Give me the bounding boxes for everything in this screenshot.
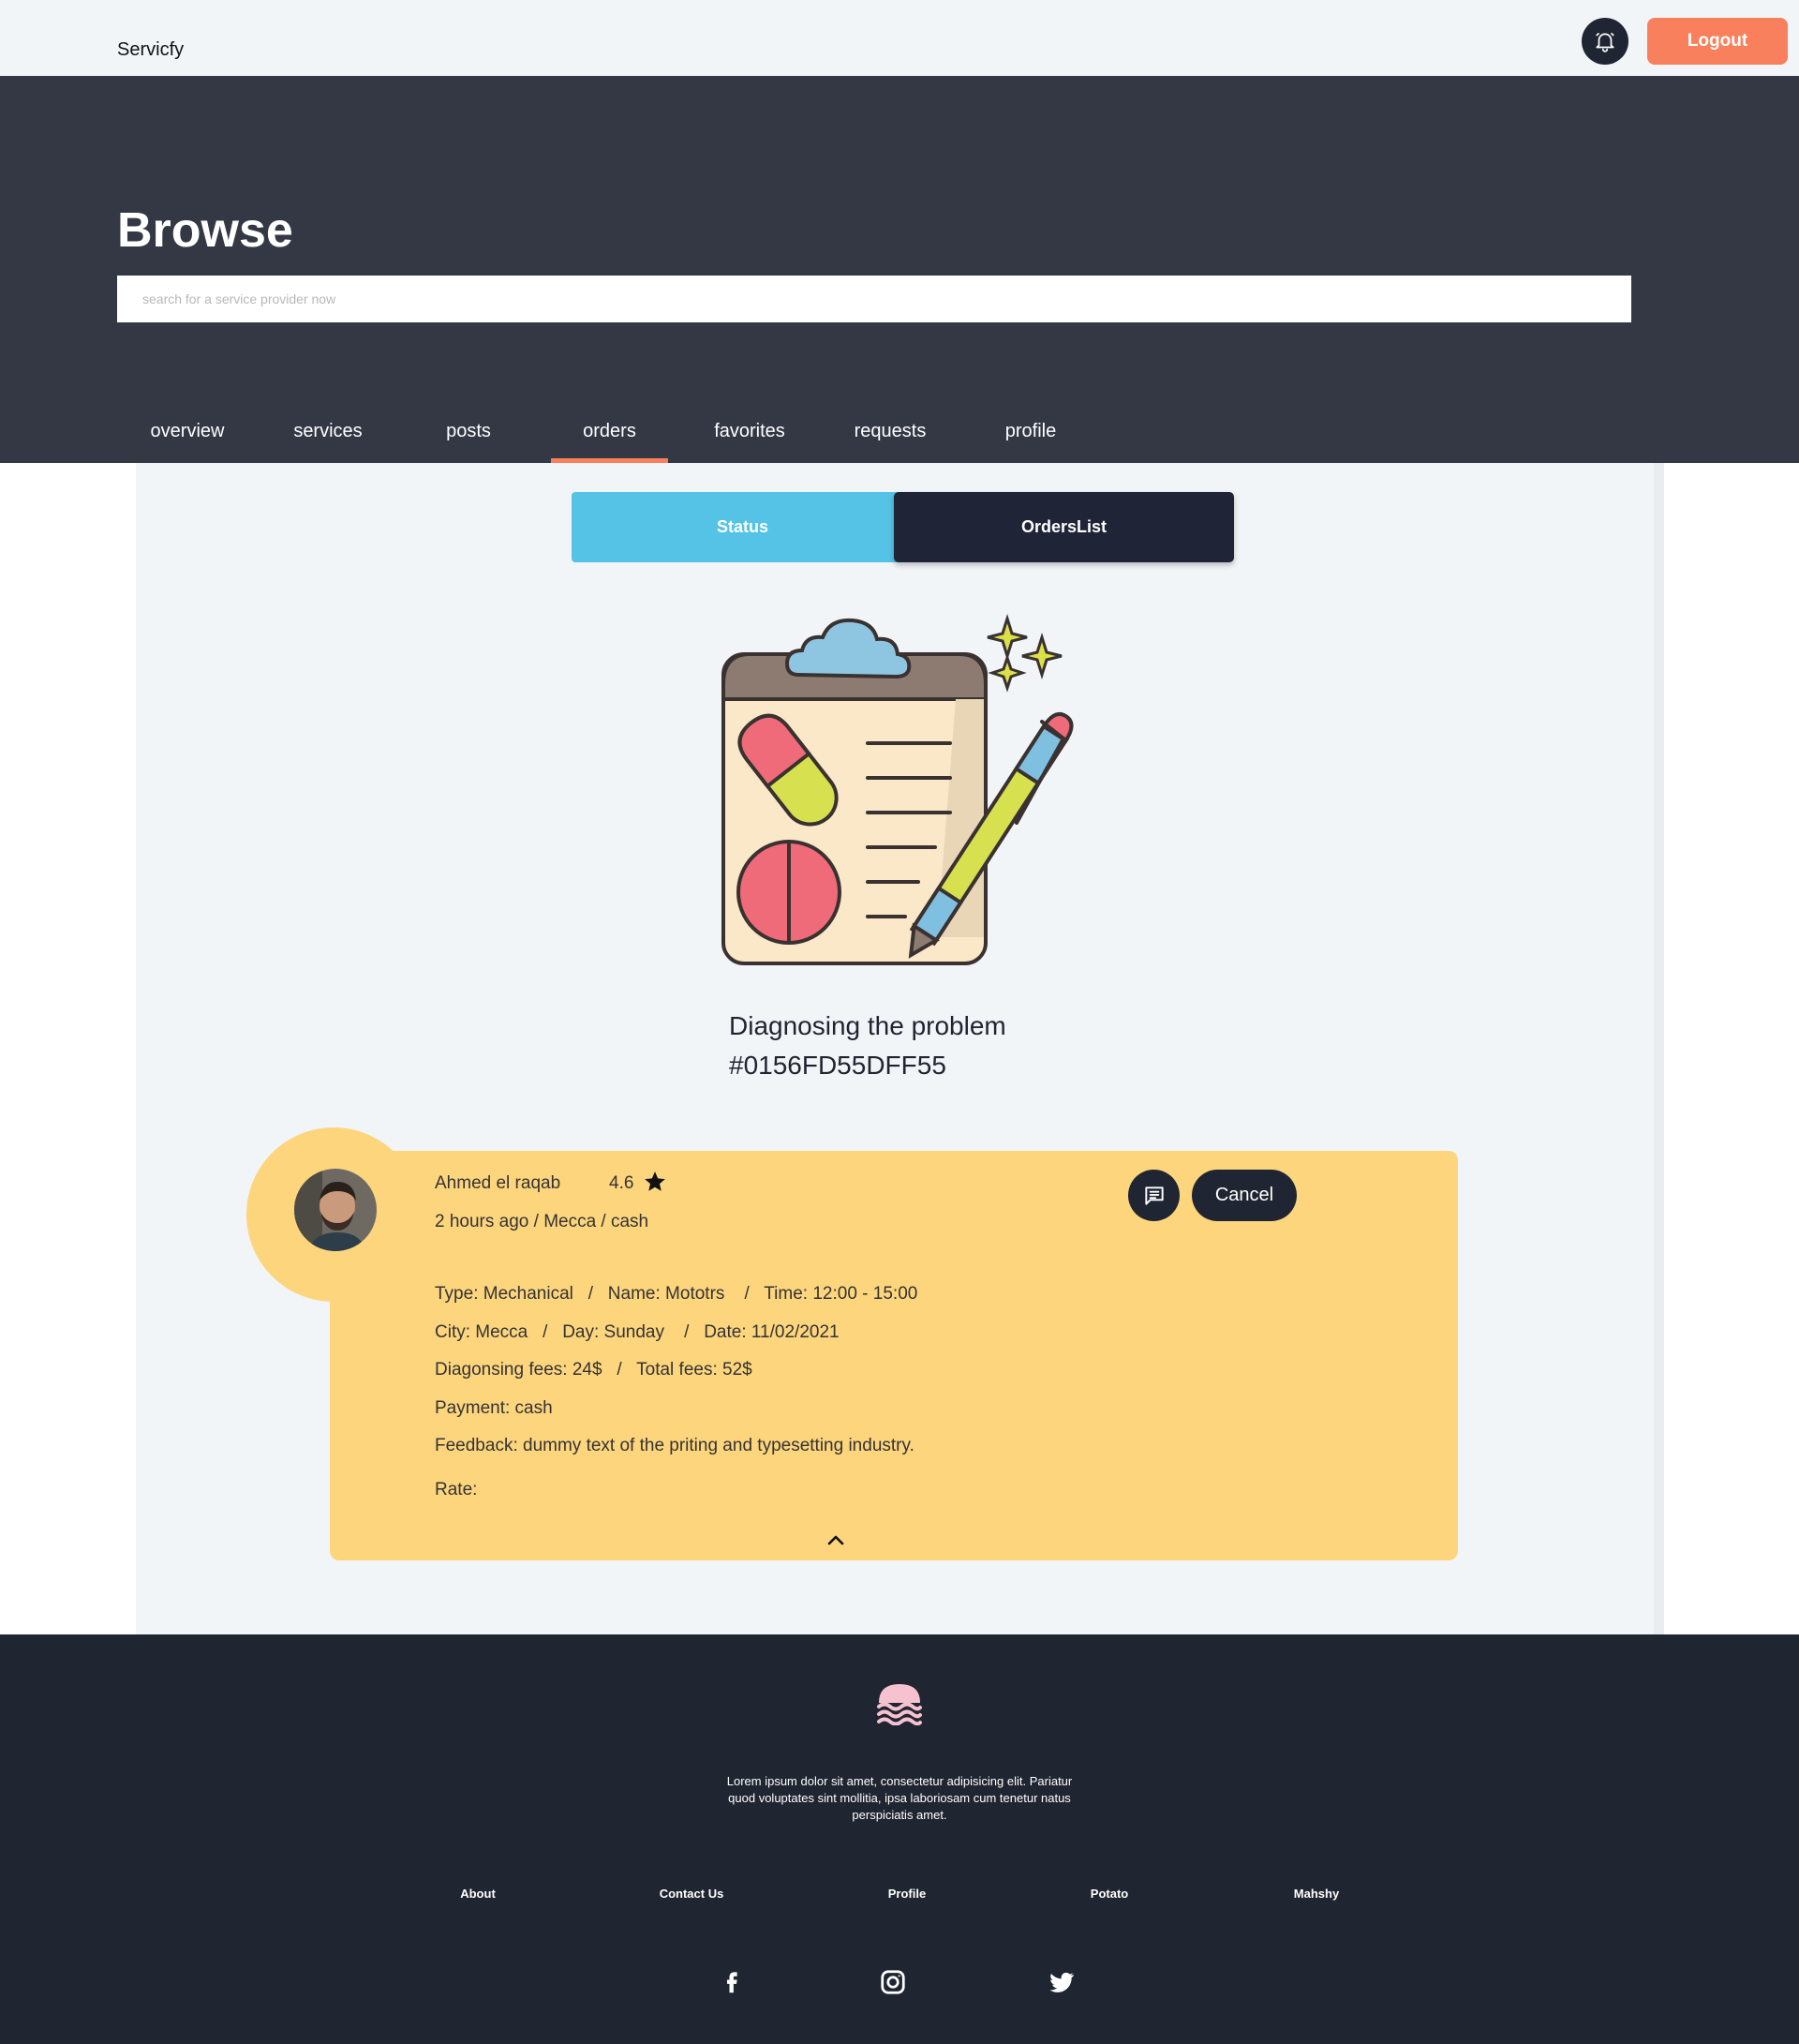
logout-button[interactable]: Logout — [1647, 18, 1788, 65]
top-bar: Servicfy Logout — [0, 0, 1799, 76]
order-detail-line: Payment: cash — [435, 1398, 553, 1418]
status-title: Diagnosing the problem — [729, 1011, 1006, 1040]
order-detail-line: Rate: — [435, 1480, 478, 1499]
star-icon — [645, 1171, 665, 1191]
status-toggle: Status OrdersList — [572, 492, 1234, 562]
footer-description: Lorem ipsum dolor sit amet, consectetur … — [726, 1774, 1073, 1822]
instagram-icon[interactable] — [879, 1968, 907, 1996]
chevron-up-icon[interactable] — [825, 1529, 847, 1552]
search-input[interactable] — [117, 276, 1631, 322]
avatar-image — [294, 1169, 377, 1251]
brand-name[interactable]: Servicfy — [117, 39, 184, 61]
orders-list-tab[interactable]: OrdersList — [894, 492, 1234, 562]
footer-link-contact[interactable]: Contact Us — [660, 1887, 724, 1901]
order-meta: 2 hours ago / Mecca / cash — [435, 1212, 649, 1231]
nav-label: services — [293, 421, 363, 441]
twitter-icon[interactable] — [1048, 1968, 1076, 1996]
footer-link-profile[interactable]: Profile — [888, 1887, 926, 1901]
order-detail-line: Diagonsing fees: 24$ / Total fees: 52$ — [435, 1360, 752, 1380]
provider-rating: 4.6 — [609, 1173, 634, 1193]
avatar[interactable] — [294, 1169, 377, 1251]
logo-icon — [877, 1684, 922, 1725]
order-status: Diagnosing the problem #0156FD55DFF55 — [729, 1007, 1006, 1085]
clipboard-illustration — [721, 613, 1074, 965]
nav-label: profile — [1004, 421, 1057, 441]
order-detail-line: Type: Mechanical / Name: Mototrs / Time:… — [435, 1284, 918, 1304]
page-title: Browse — [117, 203, 293, 258]
footer-link-potato[interactable]: Potato — [1091, 1887, 1128, 1901]
order-detail-line: City: Mecca / Day: Sunday / Date: 11/02/… — [435, 1322, 840, 1342]
facebook-icon[interactable] — [718, 1968, 746, 1996]
message-icon — [1144, 1186, 1164, 1205]
bell-icon — [1596, 33, 1614, 52]
footer-link-mahshy[interactable]: Mahshy — [1294, 1887, 1339, 1901]
footer-link-about[interactable]: About — [460, 1887, 496, 1901]
order-detail-line: Feedback: dummy text of the priting and … — [435, 1436, 914, 1455]
notifications-button[interactable] — [1582, 18, 1628, 65]
nav-label: posts — [446, 421, 491, 441]
nav-label: orders — [583, 421, 636, 441]
panel-edge — [1654, 463, 1664, 1634]
nav-label: favorites — [714, 421, 785, 441]
nav-label: requests — [854, 421, 927, 441]
cancel-button[interactable]: Cancel — [1192, 1170, 1297, 1221]
nav-orders[interactable]: orders — [551, 387, 668, 463]
order-id: #0156FD55DFF55 — [729, 1051, 946, 1080]
nav-label: overview — [150, 421, 225, 441]
status-tab[interactable]: Status — [572, 492, 914, 562]
provider-name[interactable]: Ahmed el raqab — [435, 1173, 560, 1194]
chat-button[interactable] — [1128, 1170, 1180, 1221]
